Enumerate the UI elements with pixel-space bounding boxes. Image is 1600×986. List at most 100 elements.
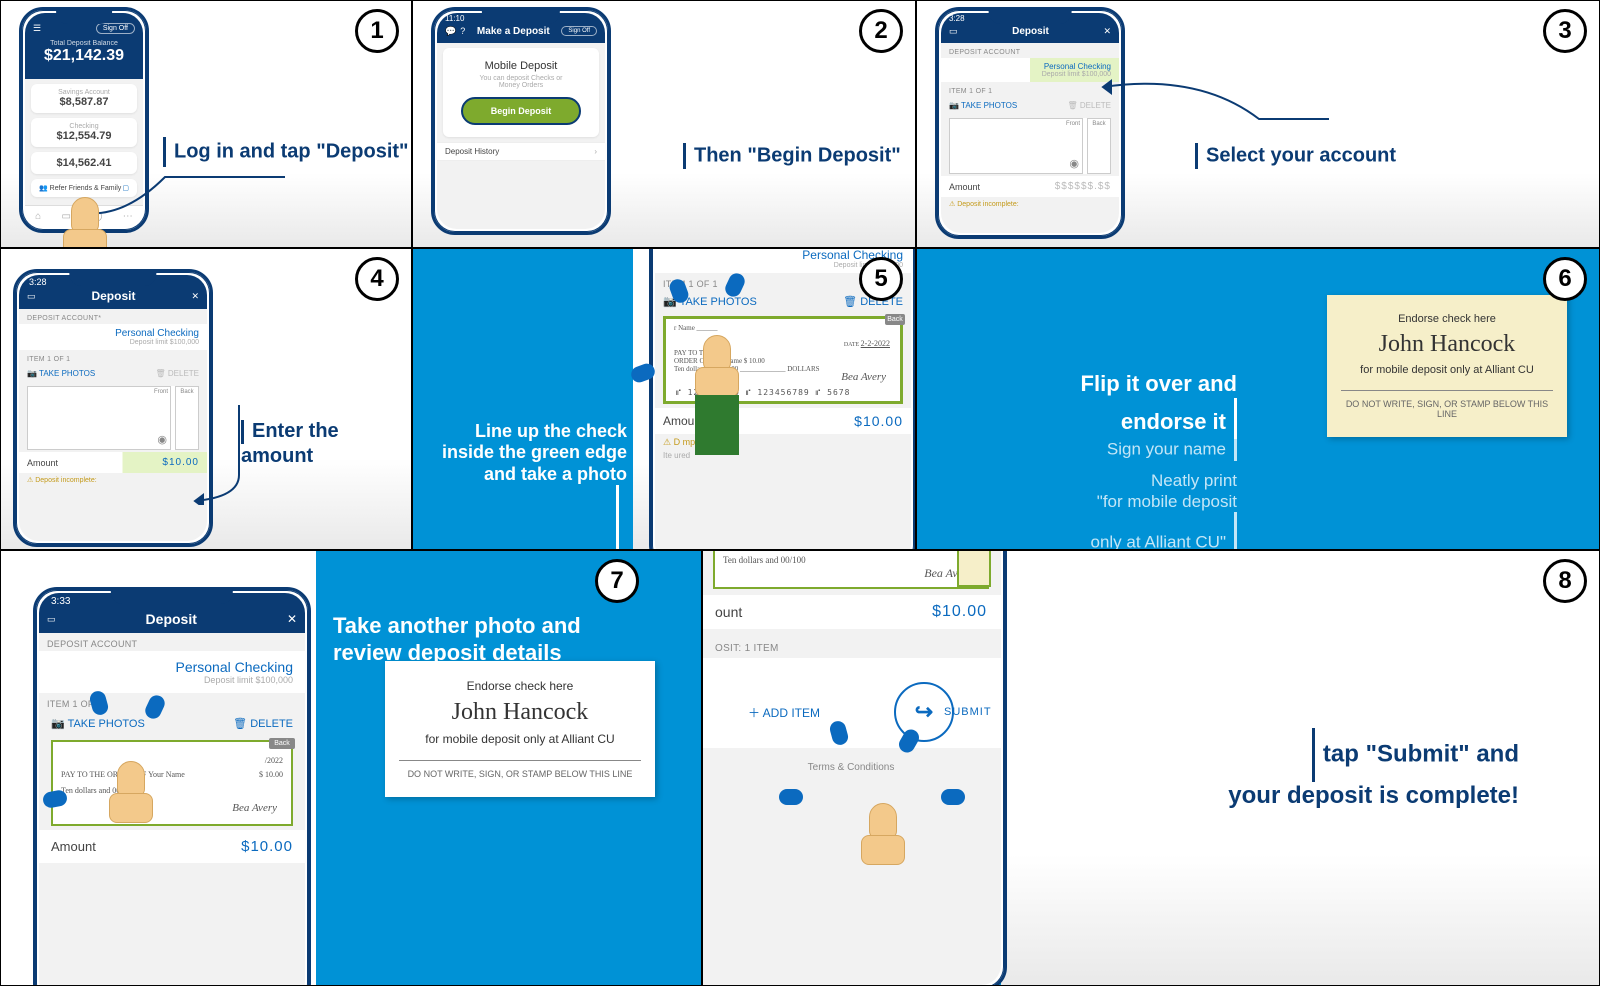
caption-5: Line up the check inside the green edge …: [427, 399, 627, 550]
caption-3: Select your account: [1195, 119, 1396, 169]
item-label: ITEM 1 OF 1: [941, 82, 1119, 97]
screen-title: Deposit: [56, 611, 287, 627]
check-words: Ten dollars and 00/100: [723, 555, 806, 565]
phone-mock: Ten dollars and 00/100 Bea Avery John ou…: [702, 550, 1007, 986]
incomplete-warning: ⚠ Deposit incomplete:: [941, 197, 1119, 211]
amount-label: Amount: [949, 182, 980, 192]
caption-1: Log in and tap "Deposit": [163, 113, 409, 167]
phone-mock: 💬? Make a Deposit Sign Off 11:10 Mobile …: [431, 7, 611, 235]
signoff-pill[interactable]: Sign Off: [96, 23, 135, 34]
phone-mock: ▭ Deposit 3:28 DEPOSIT ACCOUNT* Personal…: [13, 269, 213, 547]
screen-title: Deposit: [958, 26, 1104, 37]
account-select[interactable]: Personal Checking: [1044, 62, 1111, 71]
check-date: /2022: [265, 756, 283, 765]
step-badge: 8: [1543, 559, 1587, 603]
step-badge: 7: [595, 559, 639, 603]
caption-4: Enter the amount: [241, 395, 411, 468]
section-label: DEPOSIT ACCOUNT: [941, 43, 1119, 58]
endorse-signature: John Hancock: [1341, 331, 1553, 358]
step-1: 1 ☰ Sign Off Total Deposit Balance $21,1…: [0, 0, 412, 248]
deposit-limit: Deposit limit $100,000: [1042, 71, 1111, 78]
item-label: ITEM 1 OF 1: [19, 350, 207, 365]
bullet-captured: Ite ured: [655, 451, 911, 460]
step-badge: 3: [1543, 9, 1587, 53]
amount-label: ount: [715, 604, 742, 620]
camera-icon: [51, 718, 65, 730]
add-item-button[interactable]: ＋ ADD ITEM: [748, 704, 820, 721]
trash-icon: [233, 718, 247, 730]
caption-6c: Neatly print "for mobile deposit only at…: [957, 451, 1237, 550]
endorse-line: for mobile deposit only at Alliant CU: [399, 732, 641, 746]
account-select[interactable]: Personal Checking: [115, 328, 199, 339]
amount-value[interactable]: $$$$$$.$$: [1055, 181, 1111, 192]
back-thumb: Back: [885, 314, 905, 325]
trash-icon: [843, 296, 857, 308]
status-time: 3:28: [949, 14, 965, 23]
trash-icon: [155, 369, 165, 378]
endorsed-check-back: Endorse check here John Hancock for mobi…: [1327, 295, 1567, 437]
step-badge: 6: [1543, 257, 1587, 301]
item-label: ITEM 1 OF 1: [39, 693, 305, 711]
take-photos-button[interactable]: TAKE PHOTOS: [51, 717, 145, 730]
submit-icon: [915, 699, 933, 725]
camera-placeholder-icon: ◉: [157, 433, 167, 446]
back-thumb: John: [957, 550, 991, 587]
delete-button[interactable]: DELETE: [155, 369, 199, 378]
take-photos-button[interactable]: TAKE PHOTOS: [27, 369, 95, 378]
amount-value[interactable]: $10.00: [241, 838, 293, 855]
total-balance: $21,142.39: [44, 47, 124, 64]
step-badge: 5: [859, 257, 903, 301]
front-label: Front: [154, 389, 168, 395]
begin-deposit-button[interactable]: Begin Deposit: [461, 97, 581, 125]
wallet-icon[interactable]: ▭: [949, 26, 958, 37]
wallet-icon[interactable]: ▭: [47, 614, 56, 625]
amount-value[interactable]: $10.00: [932, 603, 987, 621]
deposit-count: OSIT: 1 ITEM: [702, 629, 1001, 658]
acct1-balance: $8,587.87: [39, 96, 129, 108]
close-icon[interactable]: [191, 291, 199, 302]
deposit-limit: Deposit limit $100,000: [204, 675, 293, 685]
amount-value[interactable]: $10.00: [854, 413, 903, 429]
delete-button[interactable]: DELETE: [233, 717, 293, 730]
screen-title: Deposit: [36, 289, 192, 303]
endorse-fineprint: DO NOT WRITE, SIGN, OR STAMP BELOW THIS …: [399, 769, 641, 779]
endorsed-check-back: Endorse check here John Hancock for mobi…: [385, 661, 655, 797]
amount-label: Amount: [27, 458, 58, 468]
caption-8: tap "Submit" and your deposit is complet…: [1039, 699, 1519, 811]
total-label: Total Deposit Balance: [44, 40, 124, 47]
signoff-button[interactable]: Sign Off: [561, 26, 597, 36]
step-4: 4 ▭ Deposit 3:28 DEPOSIT ACCOUNT* Person…: [0, 248, 412, 550]
take-photos-button[interactable]: TAKE PHOTOS: [949, 101, 1017, 110]
close-icon[interactable]: [287, 612, 297, 626]
incomplete-warning: ⚠ D mplete:: [655, 434, 911, 451]
step-3: 3 ▭ Deposit 3:28 DEPOSIT ACCOUNT Persona…: [916, 0, 1600, 248]
caption-2: Then "Begin Deposit": [683, 119, 901, 169]
back-thumb: Back: [269, 738, 295, 749]
step-5: 5 Line up the check inside the green edg…: [412, 248, 916, 550]
camera-icon: [27, 369, 37, 378]
endorse-signature: John Hancock: [399, 699, 641, 726]
check-signature: Bea Avery: [232, 802, 277, 814]
step-2: 2 💬? Make a Deposit Sign Off 11:10 Mobil…: [412, 0, 916, 248]
amount-label: Amount: [51, 839, 96, 854]
check-signature: Bea Avery: [841, 371, 886, 383]
section-label: DEPOSIT ACCOUNT*: [19, 309, 207, 324]
step-badge: 1: [355, 9, 399, 53]
terms-link[interactable]: Terms & Conditions: [702, 748, 1001, 787]
account-select[interactable]: Personal Checking: [175, 659, 293, 675]
wallet-icon[interactable]: ▭: [27, 291, 36, 302]
deposit-history-link[interactable]: Deposit History: [445, 147, 499, 156]
front-label: Front: [1066, 121, 1080, 127]
deposit-limit: Deposit limit $100,000: [130, 339, 199, 346]
camera-placeholder-icon: ◉: [1069, 157, 1079, 170]
close-icon[interactable]: [1103, 26, 1111, 37]
endorse-line: for mobile deposit only at Alliant CU: [1341, 364, 1553, 376]
status-time: 3:28: [29, 277, 47, 287]
step-6: 6 Flip it over and endorse it Sign your …: [916, 248, 1600, 550]
status-time: 3:33: [51, 596, 70, 607]
step-8: 8 tap "Submit" and your deposit is compl…: [702, 550, 1600, 986]
step-badge: 2: [859, 9, 903, 53]
trash-icon: [1067, 101, 1077, 110]
acct1-label: Savings Account: [39, 89, 129, 96]
endorse-title: Endorse check here: [399, 679, 641, 693]
